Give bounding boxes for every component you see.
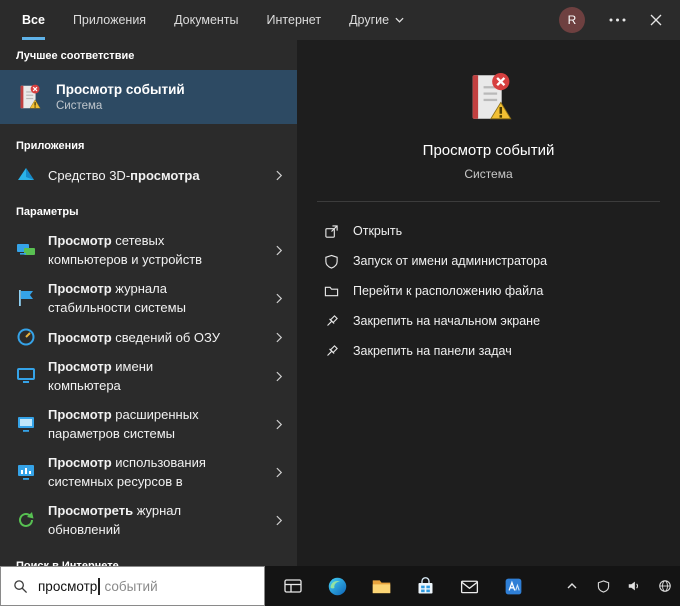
settings-result-ram-info[interactable]: Просмотр сведений об ОЗУ	[0, 322, 297, 352]
best-match-header: Лучшее соответствие	[16, 50, 135, 62]
tab-documents[interactable]: Документы	[174, 0, 238, 40]
preview-panel: Просмотр событий Система Открыть Запуск …	[297, 40, 680, 566]
network-icon[interactable]	[656, 577, 674, 595]
edge-icon[interactable]	[325, 574, 349, 598]
run-as-admin-icon	[323, 253, 339, 269]
advanced-settings-icon	[16, 414, 36, 434]
file-explorer-icon[interactable]	[369, 574, 393, 598]
filter-tabs: Все Приложения Документы Интернет Другие	[22, 0, 404, 40]
search-suggestion-text: событий	[100, 578, 158, 594]
pin-taskbar-icon	[323, 343, 339, 359]
settings-result-advanced-settings[interactable]: Просмотр расширенных параметров системы	[0, 400, 297, 448]
taskbar-pinned-icons	[281, 574, 525, 598]
update-history-icon	[16, 510, 36, 530]
reliability-history-icon	[16, 288, 36, 308]
action-run-as-admin[interactable]: Запуск от имени администратора	[323, 246, 680, 276]
action-pin-to-taskbar[interactable]: Закрепить на панели задач	[323, 336, 680, 366]
search-icon	[13, 579, 28, 594]
tab-all[interactable]: Все	[22, 0, 45, 40]
expand-chevron-icon[interactable]	[276, 371, 283, 382]
pinned-app-icon[interactable]	[501, 574, 525, 598]
expand-chevron-icon[interactable]	[276, 332, 283, 343]
windows-search-flyout: Все Приложения Документы Интернет Другие…	[0, 0, 680, 606]
tray-expand-icon[interactable]	[563, 577, 581, 595]
settings-result-computer-name[interactable]: Просмотр имени компьютера	[0, 352, 297, 400]
preview-subtitle: Система	[464, 167, 513, 181]
chevron-down-icon	[395, 17, 404, 23]
file-location-icon	[323, 283, 339, 299]
network-devices-icon	[16, 240, 36, 260]
computer-name-icon	[16, 366, 36, 386]
volume-icon[interactable]	[625, 577, 643, 595]
resource-usage-icon	[16, 462, 36, 482]
tab-web[interactable]: Интернет	[267, 0, 322, 40]
expand-chevron-icon[interactable]	[276, 467, 283, 478]
taskbar: просмотр событий	[0, 566, 680, 606]
pin-start-icon	[323, 313, 339, 329]
tab-more[interactable]: Другие	[349, 0, 404, 40]
settings-header: Параметры	[16, 206, 79, 218]
divider	[317, 201, 660, 202]
window-controls: R	[559, 0, 662, 40]
settings-result-resource-usage[interactable]: Просмотр использования системных ресурсо…	[0, 448, 297, 496]
task-view-icon[interactable]	[281, 574, 305, 598]
3d-viewer-icon	[16, 165, 36, 185]
best-match-title: Просмотр событий	[56, 82, 185, 97]
event-viewer-icon	[460, 68, 518, 126]
action-open[interactable]: Открыть	[323, 216, 680, 246]
text-caret	[98, 577, 100, 595]
ram-info-icon	[16, 327, 36, 347]
settings-result-update-history[interactable]: Просмотреть журнал обновлений	[0, 496, 297, 544]
mail-icon[interactable]	[457, 574, 481, 598]
results-panel: Лучшее соответствие Просмотр событий Сис…	[0, 40, 297, 566]
close-icon[interactable]	[650, 14, 662, 26]
search-filter-bar: Все Приложения Документы Интернет Другие…	[0, 0, 680, 40]
search-typed-text: просмотр	[38, 578, 98, 594]
preview-title: Просмотр событий	[422, 142, 555, 159]
expand-chevron-icon[interactable]	[276, 419, 283, 430]
action-open-file-location[interactable]: Перейти к расположению файла	[323, 276, 680, 306]
taskbar-search-input[interactable]: просмотр событий	[0, 566, 265, 606]
action-list: Открыть Запуск от имени администратора П…	[297, 216, 680, 366]
best-match-subtitle: Система	[56, 100, 103, 112]
tray-app-icon[interactable]	[594, 577, 612, 595]
tab-apps[interactable]: Приложения	[73, 0, 146, 40]
action-pin-to-start[interactable]: Закрепить на начальном экране	[323, 306, 680, 336]
expand-chevron-icon[interactable]	[276, 293, 283, 304]
event-viewer-icon	[14, 82, 44, 112]
user-avatar[interactable]: R	[559, 7, 585, 33]
store-icon[interactable]	[413, 574, 437, 598]
best-match-result[interactable]: Просмотр событий Система	[0, 70, 297, 124]
system-tray	[563, 577, 674, 595]
open-icon	[323, 223, 339, 239]
settings-result-network-devices[interactable]: Просмотр сетевых компьютеров и устройств	[0, 226, 297, 274]
app-result-3d-viewer[interactable]: Средство 3D-просмотра	[0, 160, 297, 190]
expand-chevron-icon[interactable]	[276, 170, 283, 181]
expand-chevron-icon[interactable]	[276, 515, 283, 526]
settings-result-reliability-history[interactable]: Просмотр журнала стабильности системы	[0, 274, 297, 322]
apps-header: Приложения	[16, 140, 85, 152]
expand-chevron-icon[interactable]	[276, 245, 283, 256]
more-options-icon[interactable]	[609, 18, 626, 22]
